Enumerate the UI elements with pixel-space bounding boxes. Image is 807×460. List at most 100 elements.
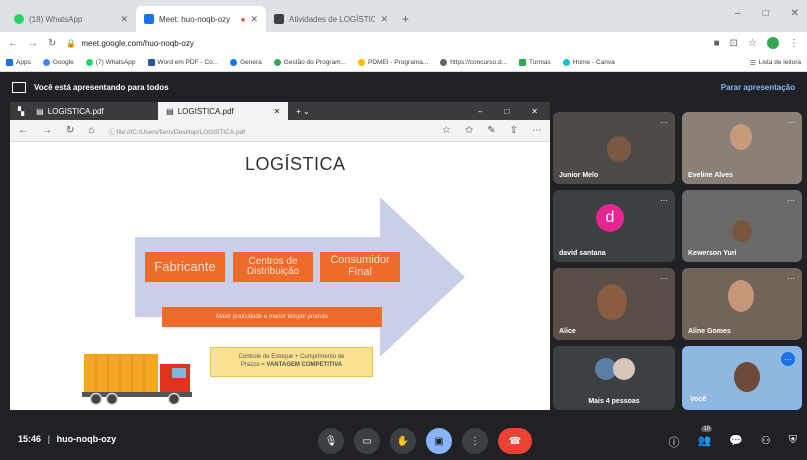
forward-icon[interactable]: → <box>28 38 38 49</box>
maximize-icon[interactable]: □ <box>763 8 769 19</box>
favorite-icon[interactable]: ☆ <box>442 125 451 136</box>
favorites-icon[interactable]: ✩ <box>465 125 473 136</box>
bookmark-pdmei[interactable]: PDMEI - Programa... <box>357 59 428 66</box>
stop-presenting-button[interactable]: Parar apresentação <box>721 83 795 92</box>
mic-off-icon: ⋯ <box>787 196 795 205</box>
more-options-icon[interactable]: ⋯ <box>781 352 795 366</box>
participant-video <box>732 220 752 242</box>
note-line-1: Controle de Estoque + Cumprimento de <box>238 354 345 361</box>
bookmark-whatsapp[interactable]: (7) WhatsApp <box>85 59 136 66</box>
participant-tile-alice[interactable]: ⋯ Alice <box>553 268 675 340</box>
bookmark-gestao[interactable]: Gestão do Program... <box>273 59 346 66</box>
edge-tab-strip: ▚ ▤ LOGISTICA.pdf ▤ LOGISTICA.pdf ✕ + ⌄ … <box>10 102 550 120</box>
edge-tab-1[interactable]: ▤ LOGISTICA.pdf <box>28 102 158 120</box>
browser-tab-whatsapp[interactable]: (18) WhatsApp ✕ <box>6 6 136 32</box>
more-options-button[interactable]: ⋮ <box>462 428 488 454</box>
presenting-banner: Você está apresentando para todos Parar … <box>0 72 807 102</box>
bookmark-turmas[interactable]: Turmas <box>519 59 551 66</box>
shared-screen: ▚ ▤ LOGISTICA.pdf ▤ LOGISTICA.pdf ✕ + ⌄ … <box>10 102 550 410</box>
bookmark-apps[interactable]: Apps <box>6 59 31 66</box>
more-vert-icon: ⋮ <box>470 435 480 447</box>
participant-video <box>734 362 760 392</box>
mic-off-icon: ⋯ <box>787 118 795 127</box>
close-icon[interactable]: ✕ <box>380 14 388 25</box>
bookmark-genera[interactable]: Genera <box>230 59 262 66</box>
camera-icon[interactable]: ■ <box>714 38 720 49</box>
participant-tile-more[interactable]: Mais 4 pessoas <box>553 346 675 410</box>
chat-icon[interactable]: 💬 <box>729 434 743 450</box>
new-tab-button[interactable]: + <box>402 12 409 26</box>
close-window-icon[interactable]: ✕ <box>531 107 538 116</box>
present-screen-icon <box>12 81 26 93</box>
participant-avatar <box>613 358 635 380</box>
participant-avatar: d <box>596 204 624 232</box>
participant-name: Aline Gomes <box>688 328 731 335</box>
bookmark-google[interactable]: Google <box>42 59 74 66</box>
bookmark-canva[interactable]: Home - Canva <box>562 59 615 66</box>
star-icon[interactable]: ☆ <box>748 38 757 49</box>
raise-hand-button[interactable]: ✋ <box>390 428 416 454</box>
tab-actions-icon[interactable]: ▚ <box>14 107 28 116</box>
meeting-details: 15:46 | huo-noqb-ozy <box>18 434 116 444</box>
avatar[interactable] <box>767 37 779 49</box>
bookmarks-bar: Apps Google (7) WhatsApp Word em PDF - C… <box>0 54 807 72</box>
camera-button[interactable]: ▭ <box>354 428 380 454</box>
new-tab-button[interactable]: + ⌄ <box>288 107 318 116</box>
google-icon <box>42 59 50 66</box>
info-icon[interactable]: ⓘ <box>668 434 679 450</box>
participant-tile-david[interactable]: d ⋯ david santana <box>553 190 675 262</box>
classroom-icon <box>519 59 526 66</box>
more-icon[interactable]: ⋯ <box>532 125 542 136</box>
meeting-time: 15:46 <box>18 434 42 444</box>
present-button[interactable]: ▣ <box>426 428 452 454</box>
microphone-button[interactable]: 🎙 <box>318 428 344 454</box>
minimize-icon[interactable]: – <box>735 8 741 19</box>
participant-tile-eveline[interactable]: ⋯ Eveline Alves <box>682 112 802 184</box>
participant-tile-kewerson[interactable]: ⋯ Kewerson Yuri <box>682 190 802 262</box>
bookmark-concurso[interactable]: https://concurso.d... <box>440 59 507 66</box>
share-icon[interactable]: ⇪ <box>510 125 518 136</box>
mic-off-icon: ⋯ <box>660 196 668 205</box>
tab-label: Atividades de LOGÍSTICA (N <box>289 14 376 24</box>
mic-off-icon: ⋯ <box>787 274 795 283</box>
people-button[interactable]: 👥 10 <box>697 426 713 450</box>
url-field[interactable]: 🔒 meet.google.com/huo-noqb-ozy <box>66 39 703 48</box>
reading-list[interactable]: ☰ Lista de leitura <box>750 59 801 67</box>
close-window-icon[interactable]: ✕ <box>791 8 799 19</box>
minimize-icon[interactable]: – <box>478 107 482 116</box>
leave-call-button[interactable]: ☎ <box>498 428 532 454</box>
address-bar: ← → ↻ 🔒 meet.google.com/huo-noqb-ozy ■ ⊡… <box>0 32 807 54</box>
home-icon[interactable]: ⌂ <box>88 125 94 136</box>
close-icon[interactable]: ✕ <box>120 14 128 25</box>
edge-url-field[interactable]: ⓘ file:///C:/Users/fiero/Desktop/LOGISTI… <box>108 126 427 136</box>
activities-icon[interactable]: ⚇ <box>761 434 771 450</box>
close-icon[interactable]: ✕ <box>273 107 280 116</box>
zoom-icon[interactable]: ⊡ <box>730 38 738 49</box>
browser-tab-atividades[interactable]: Atividades de LOGÍSTICA (N ✕ <box>266 6 396 32</box>
browser-tab-meet[interactable]: Meet: huo-noqb-ozy ● ✕ <box>136 6 266 32</box>
whatsapp-icon <box>85 59 93 66</box>
truck-icon <box>82 354 192 406</box>
pdf-icon: ▤ <box>36 106 44 116</box>
back-icon[interactable]: ← <box>8 38 18 49</box>
pen-icon[interactable]: ✎ <box>487 125 495 136</box>
document-icon <box>274 14 284 24</box>
participant-tile-junior[interactable]: ⋯ Junior Melo <box>553 112 675 184</box>
box-consumidor: Consumidor Final <box>320 252 400 282</box>
maximize-icon[interactable]: □ <box>504 107 509 116</box>
host-controls-icon[interactable]: ⛨ <box>789 434 797 450</box>
reload-icon[interactable]: ↻ <box>48 38 56 49</box>
edge-tab-2[interactable]: ▤ LOGISTICA.pdf ✕ <box>158 102 289 120</box>
participant-tile-aline[interactable]: ⋯ Aline Gomes <box>682 268 802 340</box>
participant-tile-self[interactable]: ⋯ Você <box>682 346 802 410</box>
back-icon[interactable]: ← <box>18 125 28 136</box>
bookmark-word-pdf[interactable]: Word em PDF - Co... <box>147 59 218 66</box>
reload-icon[interactable]: ↻ <box>66 125 74 136</box>
presenting-text: Você está apresentando para todos <box>34 82 169 92</box>
menu-icon[interactable]: ⋮ <box>789 38 799 49</box>
globe-icon <box>440 59 448 66</box>
more-people-label: Mais 4 pessoas <box>588 398 640 405</box>
close-icon[interactable]: ✕ <box>250 14 258 25</box>
tab-label: Meet: huo-noqb-ozy <box>159 14 231 24</box>
forward-icon[interactable]: → <box>42 125 52 136</box>
